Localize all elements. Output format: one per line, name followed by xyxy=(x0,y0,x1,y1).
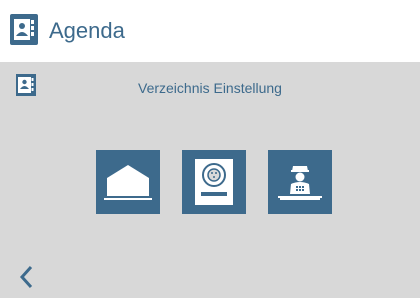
address-book-icon xyxy=(10,14,38,45)
directory-settings-panel: Verzeichnis Einstellung xyxy=(0,62,420,298)
home-button[interactable] xyxy=(96,150,160,214)
concierge-icon xyxy=(278,166,322,200)
agenda-screen: Agenda Verzeichnis Einstellung xyxy=(0,0,420,298)
chevron-left-icon xyxy=(19,265,33,289)
door-station-icon xyxy=(195,159,233,205)
header-bar: Agenda xyxy=(0,0,420,62)
page-title: Agenda xyxy=(49,18,125,43)
home-icon xyxy=(104,165,152,200)
concierge-button[interactable] xyxy=(268,150,332,214)
section-title: Verzeichnis Einstellung xyxy=(138,80,282,96)
door-station-button[interactable] xyxy=(182,150,246,214)
back-button[interactable] xyxy=(14,262,42,292)
